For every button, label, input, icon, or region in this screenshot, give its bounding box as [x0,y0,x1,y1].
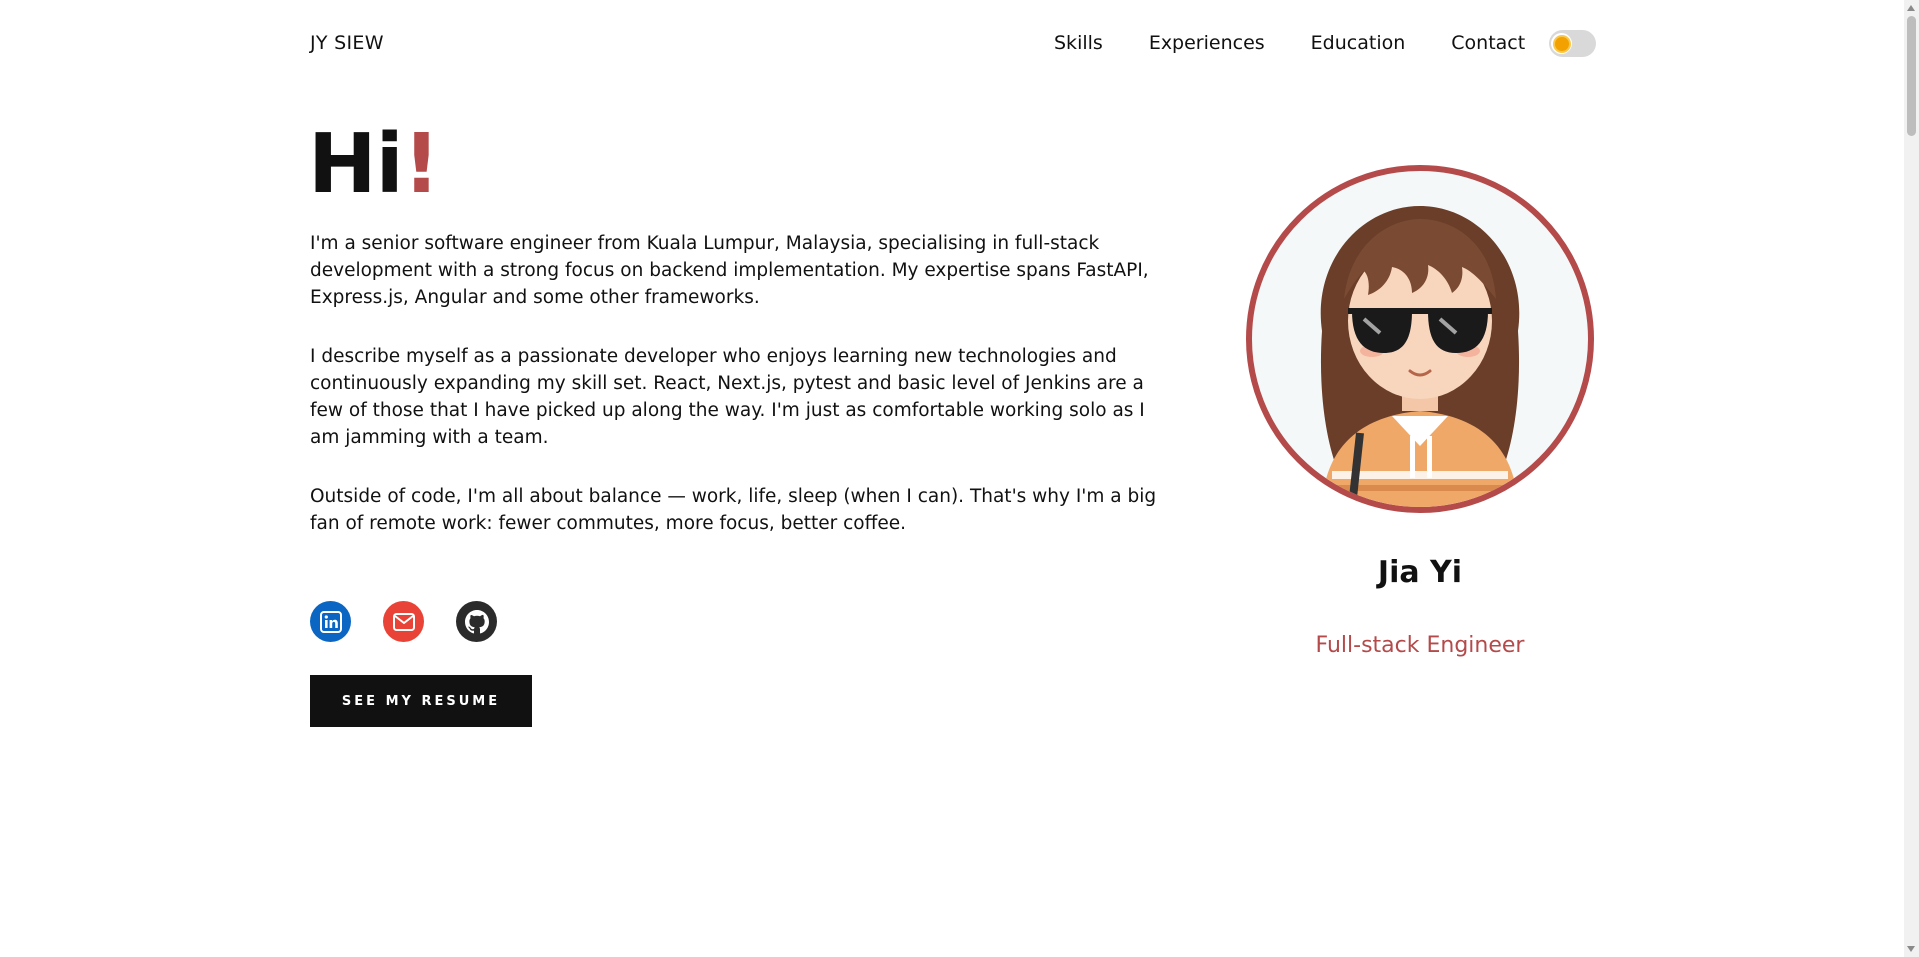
nav-experiences[interactable]: Experiences [1149,32,1265,54]
social-links [310,601,497,642]
profile-role: Full-stack Engineer [1315,633,1525,658]
profile-name: Jia Yi [1377,555,1463,590]
greeting-exclamation: ! [402,117,440,212]
avatar-illustration [1320,206,1520,507]
email-button[interactable] [383,601,424,642]
theme-toggle[interactable] [1549,30,1596,57]
email-icon [392,612,415,631]
scroll-up-icon[interactable] [1907,5,1915,11]
brand-logo[interactable]: JY SIEW [310,32,384,54]
page-scrollbar[interactable] [1904,0,1919,957]
see-resume-button[interactable]: SEE MY RESUME [310,675,532,727]
nav-skills[interactable]: Skills [1054,32,1103,54]
main-nav: Skills Experiences Education Contact [1054,32,1525,54]
nav-contact[interactable]: Contact [1451,32,1525,54]
linkedin-button[interactable] [310,601,351,642]
scroll-down-icon[interactable] [1907,946,1915,952]
avatar [1246,165,1594,513]
page: JY SIEW Skills Experiences Education Con… [0,0,1919,957]
greeting-text: Hi [308,117,404,212]
sun-icon [1554,36,1569,51]
nav-education[interactable]: Education [1311,32,1406,54]
linkedin-icon [319,610,342,633]
intro-paragraph-3: Outside of code, I'm all about balance —… [310,486,1157,534]
hero-greeting: Hi! [308,115,440,215]
intro-paragraph-1: I'm a senior software engineer from Kual… [310,233,1149,308]
scrollbar-thumb[interactable] [1907,16,1916,136]
github-icon [464,609,489,633]
theme-toggle-knob [1551,33,1572,54]
github-button[interactable] [456,601,497,642]
intro-paragraph-2: I describe myself as a passionate develo… [310,346,1145,448]
